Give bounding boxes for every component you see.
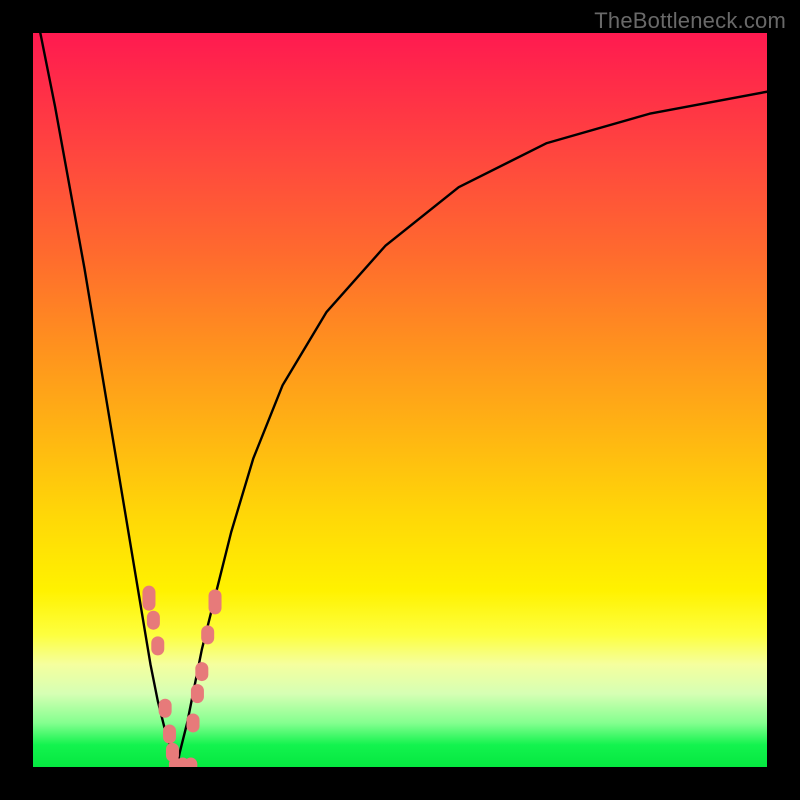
curve-layer xyxy=(40,33,767,767)
watermark-text: TheBottleneck.com xyxy=(594,8,786,34)
data-marker xyxy=(159,699,172,718)
data-marker xyxy=(201,625,214,644)
plot-area xyxy=(33,33,767,767)
curve-left-branch xyxy=(40,33,177,767)
data-marker xyxy=(163,724,176,743)
curve-right-branch xyxy=(177,92,767,767)
chart-overlay xyxy=(33,33,767,767)
chart-frame: TheBottleneck.com xyxy=(0,0,800,800)
data-marker xyxy=(147,611,160,630)
data-marker xyxy=(195,662,208,681)
data-marker xyxy=(142,592,155,611)
data-marker xyxy=(191,684,204,703)
data-marker xyxy=(209,595,222,614)
data-marker xyxy=(151,636,164,655)
data-marker xyxy=(187,713,200,732)
